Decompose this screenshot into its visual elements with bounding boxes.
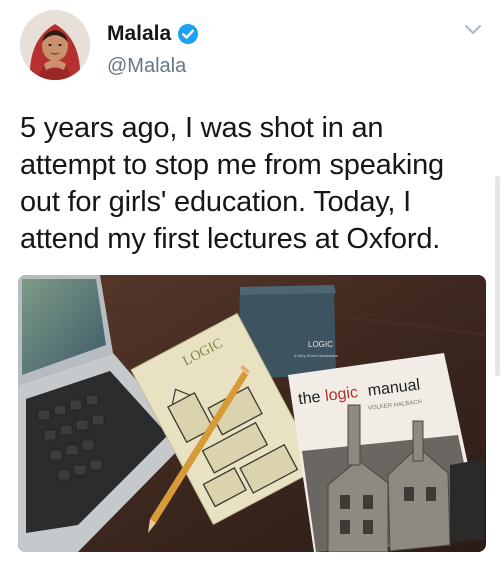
tweet-text-line: attend my first lectures at Oxford.	[20, 223, 441, 255]
tweet-text-line: out for girls' education. Today, I	[20, 186, 412, 218]
photo-image: LOGIC A Very Short Introduction LOGIC th…	[18, 275, 486, 552]
scrollbar[interactable]	[495, 176, 500, 376]
author-handle[interactable]: @Malala	[107, 55, 186, 78]
book-logic-short-title: LOGIC	[308, 340, 333, 349]
tweet-card: Malala @Malala 5 years ago, I was shot i…	[0, 0, 500, 569]
tweet-text-line: 5 years ago, I was shot in an	[20, 112, 384, 144]
tweet-text: 5 years ago, I was shot in an attempt to…	[20, 110, 490, 258]
tweet-photo[interactable]: LOGIC A Very Short Introduction LOGIC th…	[18, 275, 486, 552]
verified-badge-icon	[178, 24, 199, 44]
chevron-down-icon[interactable]	[464, 24, 482, 36]
tweet-text-line: attempt to stop me from speaking	[20, 149, 444, 181]
author-name[interactable]: Malala	[107, 22, 199, 46]
author-name-text: Malala	[107, 22, 172, 45]
avatar[interactable]	[20, 10, 90, 80]
avatar-image	[20, 10, 90, 80]
book-logic-short-subtitle: A Very Short Introduction	[294, 353, 338, 358]
book-manual-title-the: the	[297, 389, 321, 409]
